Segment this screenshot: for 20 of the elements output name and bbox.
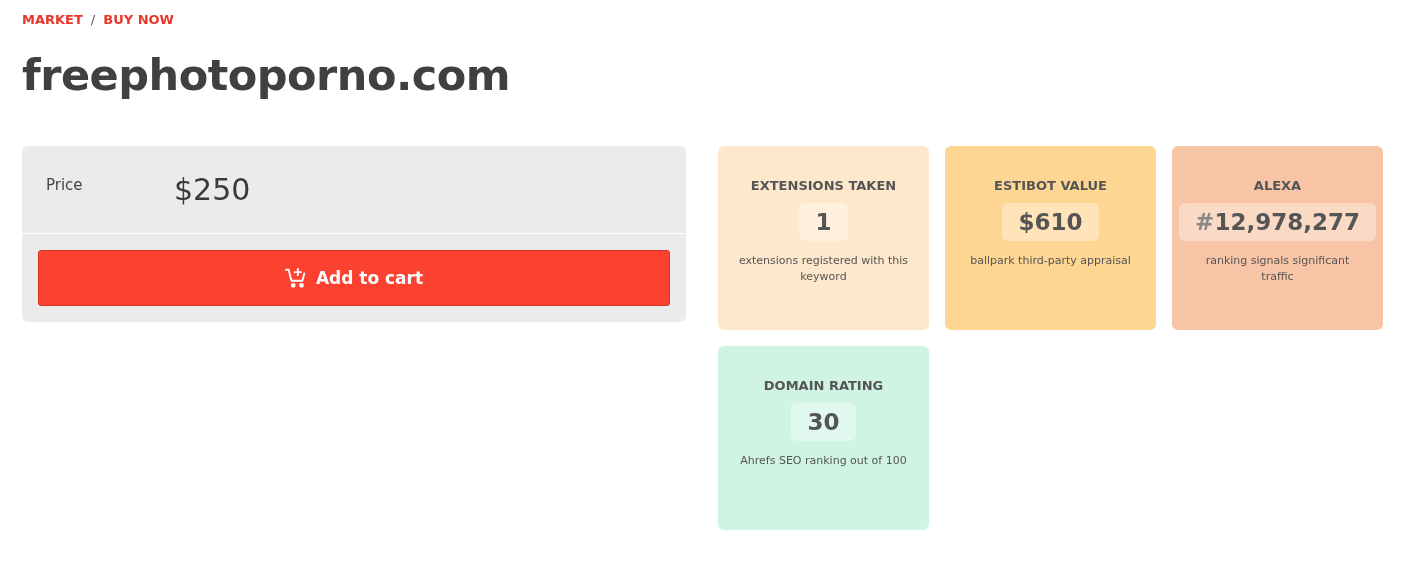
stat-value: 30 — [791, 402, 856, 441]
stat-title: EXTENSIONS TAKEN — [750, 177, 897, 193]
stat-value: 1 — [799, 202, 848, 241]
stat-title: ESTIBOT VALUE — [994, 177, 1107, 193]
stat-title: ALEXA — [1253, 177, 1302, 193]
cart-icon — [284, 266, 307, 289]
stat-value: #12,978,277 — [1179, 202, 1376, 241]
stat-description: extensions registered with this keyword — [737, 252, 910, 285]
price-value: $250 — [174, 171, 251, 207]
stat-description: ranking signals significant traffic — [1204, 252, 1351, 285]
add-to-cart-button[interactable]: Add to cart — [38, 249, 670, 306]
breadcrumb-link[interactable]: MARKET — [22, 11, 83, 27]
stat-description: ballpark third-party appraisal — [970, 252, 1131, 269]
stat-description: Ahrefs SEO ranking out of 100 — [740, 452, 907, 469]
price-label: Price — [46, 175, 84, 194]
breadcrumb-separator: / — [90, 11, 96, 27]
domain-title: freephotoporno.com — [22, 50, 512, 102]
stat-value: $610 — [1002, 202, 1099, 241]
stat-title: DOMAIN RATING — [763, 377, 884, 393]
breadcrumb-link[interactable]: BUY NOW — [103, 11, 174, 27]
